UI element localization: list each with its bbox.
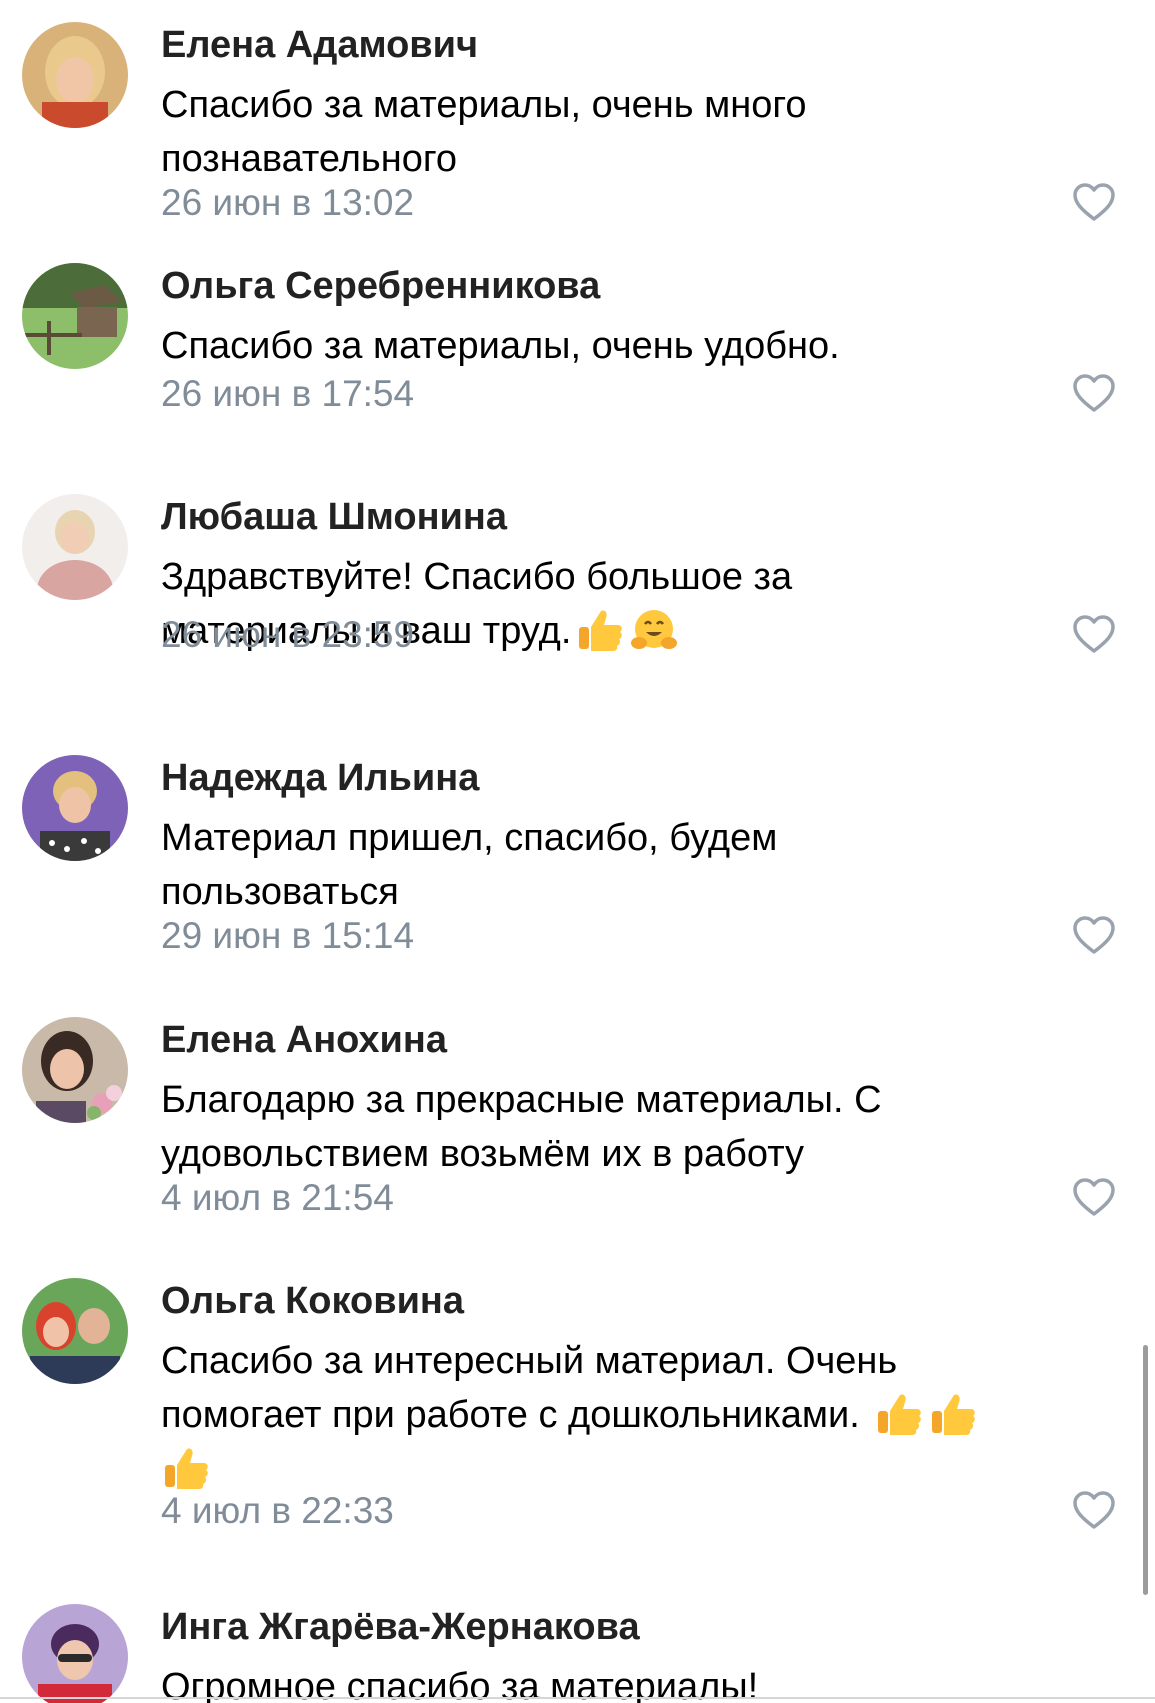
comment-author[interactable]: Любаша Шмонина [161, 494, 507, 540]
comment-author[interactable]: Елена Адамович [161, 22, 478, 68]
avatar[interactable] [22, 22, 128, 128]
comment-text-fragment: помогает при работе с дошкольниками. [161, 1394, 860, 1436]
comment-timestamp[interactable]: 4 июл в 22:33 [161, 1488, 394, 1534]
comment-text-line: Спасибо за материалы, очень удобно. [161, 325, 840, 367]
comment-author[interactable]: Инга Жгарёва-Жернакова [161, 1604, 640, 1650]
avatar[interactable] [22, 494, 128, 600]
comment-text-line: Здравствуйте! Спасибо большое за [161, 556, 793, 598]
like-button[interactable] [1072, 1178, 1116, 1218]
divider [0, 1697, 1155, 1699]
comment-text-line: пользоваться [161, 871, 399, 913]
comment-text-line: Спасибо за материалы, очень много [161, 84, 807, 126]
comment-text-line: удовольствием возьмём их в работу [161, 1133, 805, 1175]
comment-text-line: Благодарю за прекрасные материалы. С [161, 1079, 882, 1121]
comment-timestamp[interactable]: 26 июн в 17:54 [161, 371, 414, 417]
comment-text: Спасибо за материалы, очень удобно. [161, 319, 1111, 373]
comment-text: Материал пришел, спасибо, будем пользова… [161, 811, 1111, 919]
comment-text-line: познавательного [161, 138, 457, 180]
thumbs-up-icon [874, 1389, 924, 1439]
thumbs-up-icon [575, 605, 625, 655]
comment-author[interactable]: Ольга Серебренникова [161, 263, 600, 309]
like-button[interactable] [1072, 615, 1116, 655]
comment-text-line: помогает при работе с дошкольниками. [161, 1388, 1111, 1442]
hugging-face-icon [629, 605, 679, 655]
comment-text: Спасибо за материалы, очень много познав… [161, 78, 1111, 186]
avatar[interactable] [22, 1278, 128, 1384]
heart-outline-icon [1073, 1178, 1115, 1216]
avatar[interactable] [22, 1017, 128, 1123]
heart-outline-icon [1073, 916, 1115, 954]
comment-author[interactable]: Надежда Ильина [161, 755, 479, 801]
scrollbar[interactable] [1143, 1345, 1148, 1595]
like-button[interactable] [1072, 916, 1116, 956]
like-button[interactable] [1072, 374, 1116, 414]
like-button[interactable] [1072, 1491, 1116, 1531]
comment-timestamp[interactable]: 26 июн в 23:59 [161, 612, 414, 658]
avatar[interactable] [22, 263, 128, 369]
comment-text: Благодарю за прекрасные материалы. С удо… [161, 1073, 1111, 1181]
heart-outline-icon [1073, 615, 1115, 653]
avatar[interactable] [22, 755, 128, 861]
comment-timestamp[interactable]: 26 июн в 13:02 [161, 180, 414, 226]
heart-outline-icon [1073, 183, 1115, 221]
heart-outline-icon [1073, 374, 1115, 412]
comment-author[interactable]: Елена Анохина [161, 1017, 447, 1063]
heart-outline-icon [1073, 1491, 1115, 1529]
avatar[interactable] [22, 1604, 128, 1703]
thumbs-up-icon [928, 1389, 978, 1439]
comment-author[interactable]: Ольга Коковина [161, 1278, 464, 1324]
comments-feed: Елена Адамович Спасибо за материалы, оче… [0, 0, 1155, 1703]
comment-text: Спасибо за интересный материал. Очень по… [161, 1334, 1111, 1496]
comment-text-line: Спасибо за интересный материал. Очень [161, 1340, 898, 1382]
thumbs-up-icon [161, 1443, 211, 1493]
comment-text-line: Материал пришел, спасибо, будем [161, 817, 778, 859]
comment-timestamp[interactable]: 29 июн в 15:14 [161, 913, 414, 959]
like-button[interactable] [1072, 183, 1116, 223]
comment-timestamp[interactable]: 4 июл в 21:54 [161, 1175, 394, 1221]
